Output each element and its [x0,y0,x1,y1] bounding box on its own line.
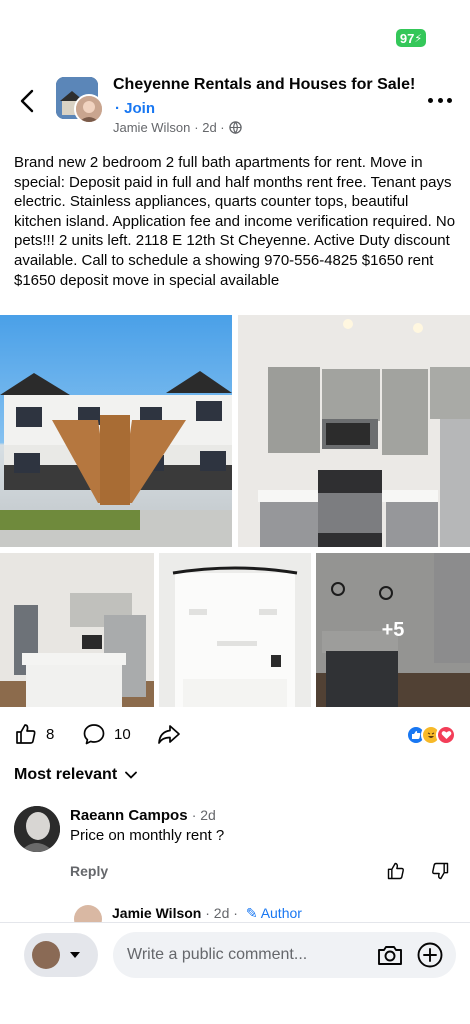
battery-level: 97 [399,30,415,46]
post-header: Cheyenne Rentals and Houses for Sale! · … [0,70,470,140]
camera-icon [378,946,402,965]
commenter-name[interactable]: Raeann Campos · 2d [70,807,216,824]
share-button[interactable] [156,722,182,746]
sort-label: Most relevant [14,766,118,783]
upvote-button[interactable] [386,861,406,886]
dot-icon [447,97,452,103]
chevron-down-icon [125,771,138,779]
charging-icon: ⚡ [414,32,423,45]
comment-time: · 2d [191,807,216,823]
open-kitchen-image [0,553,154,707]
comment-button[interactable]: 10 [82,722,131,746]
back-arrow-icon [20,89,34,113]
reply-time: · 2d · [205,905,238,921]
commenter-avatar[interactable] [14,806,60,852]
author-name[interactable]: Jamie Wilson [113,120,190,135]
comment-item: Raeann Campos · 2d Price on monthly rent… [14,806,456,886]
downvote-button[interactable] [430,861,450,886]
person-photo-icon [76,96,102,122]
reactions-bar: 8 10 [0,720,470,750]
building-exterior-image [0,371,232,547]
comment-composer [0,922,470,1024]
comment-text: Price on monthly rent ? [70,827,225,844]
comment-count: 10 [114,725,131,743]
more-photos-overlay[interactable]: +5 [316,553,470,707]
dot-icon [428,97,433,103]
thumbs-up-icon [387,862,404,880]
caret-down-icon [70,951,80,958]
author-avatar[interactable] [74,94,104,124]
plus-circle-icon [417,942,443,968]
dot-icon [437,97,443,103]
reaction-summary[interactable] [406,725,456,745]
reply-preview: Jamie Wilson · 2d · ✎ Author [74,902,454,924]
photo-living-kitchen[interactable] [0,553,154,707]
post-text: Brand new 2 bedroom 2 full bath apartmen… [14,154,456,289]
pencil-icon: ✎ [245,905,258,921]
reply-author-line: Jamie Wilson · 2d · ✎ Author [112,905,302,922]
like-count: 8 [46,725,55,743]
post-time: · 2d · [194,120,225,135]
love-reaction-icon [436,725,456,745]
group-name[interactable]: Cheyenne Rentals and Houses for Sale! [113,76,415,94]
status-bar: 97 ⚡ [0,0,470,60]
reply-button[interactable]: Reply [70,863,108,879]
back-button[interactable] [14,86,40,116]
join-button[interactable]: · Join [115,100,155,117]
globe-icon [228,121,242,134]
more-photos-count: +5 [381,618,405,641]
author-line: Jamie Wilson · 2d · [113,120,242,135]
share-arrow-icon [158,725,180,744]
camera-button[interactable] [376,941,404,969]
add-attachment-button[interactable] [416,941,444,969]
current-user-avatar [32,941,60,969]
shower-image [159,553,311,707]
photo-shower[interactable] [159,553,311,707]
author-badge-label: Author [260,905,302,921]
photo-bathroom-more[interactable]: +5 [316,553,470,707]
battery-indicator: 97 ⚡ [396,29,426,47]
kitchen-image [238,315,470,547]
comment-sort-dropdown[interactable]: Most relevant [14,766,138,784]
person-photo-icon [14,806,60,852]
like-button[interactable]: 8 [14,722,54,746]
comment-bubble-icon [83,724,105,745]
thumbs-down-icon [432,862,449,880]
photo-exterior[interactable] [0,315,232,547]
thumbs-up-icon [16,724,36,744]
reply-author-name[interactable]: Jamie Wilson [112,905,201,921]
more-options-button[interactable] [428,90,452,110]
commenter-name-text: Raeann Campos [70,807,188,824]
comment-input[interactable] [113,932,456,978]
profile-switcher[interactable] [24,933,98,977]
author-badge: ✎ Author [246,905,302,921]
photo-kitchen[interactable] [238,315,470,547]
